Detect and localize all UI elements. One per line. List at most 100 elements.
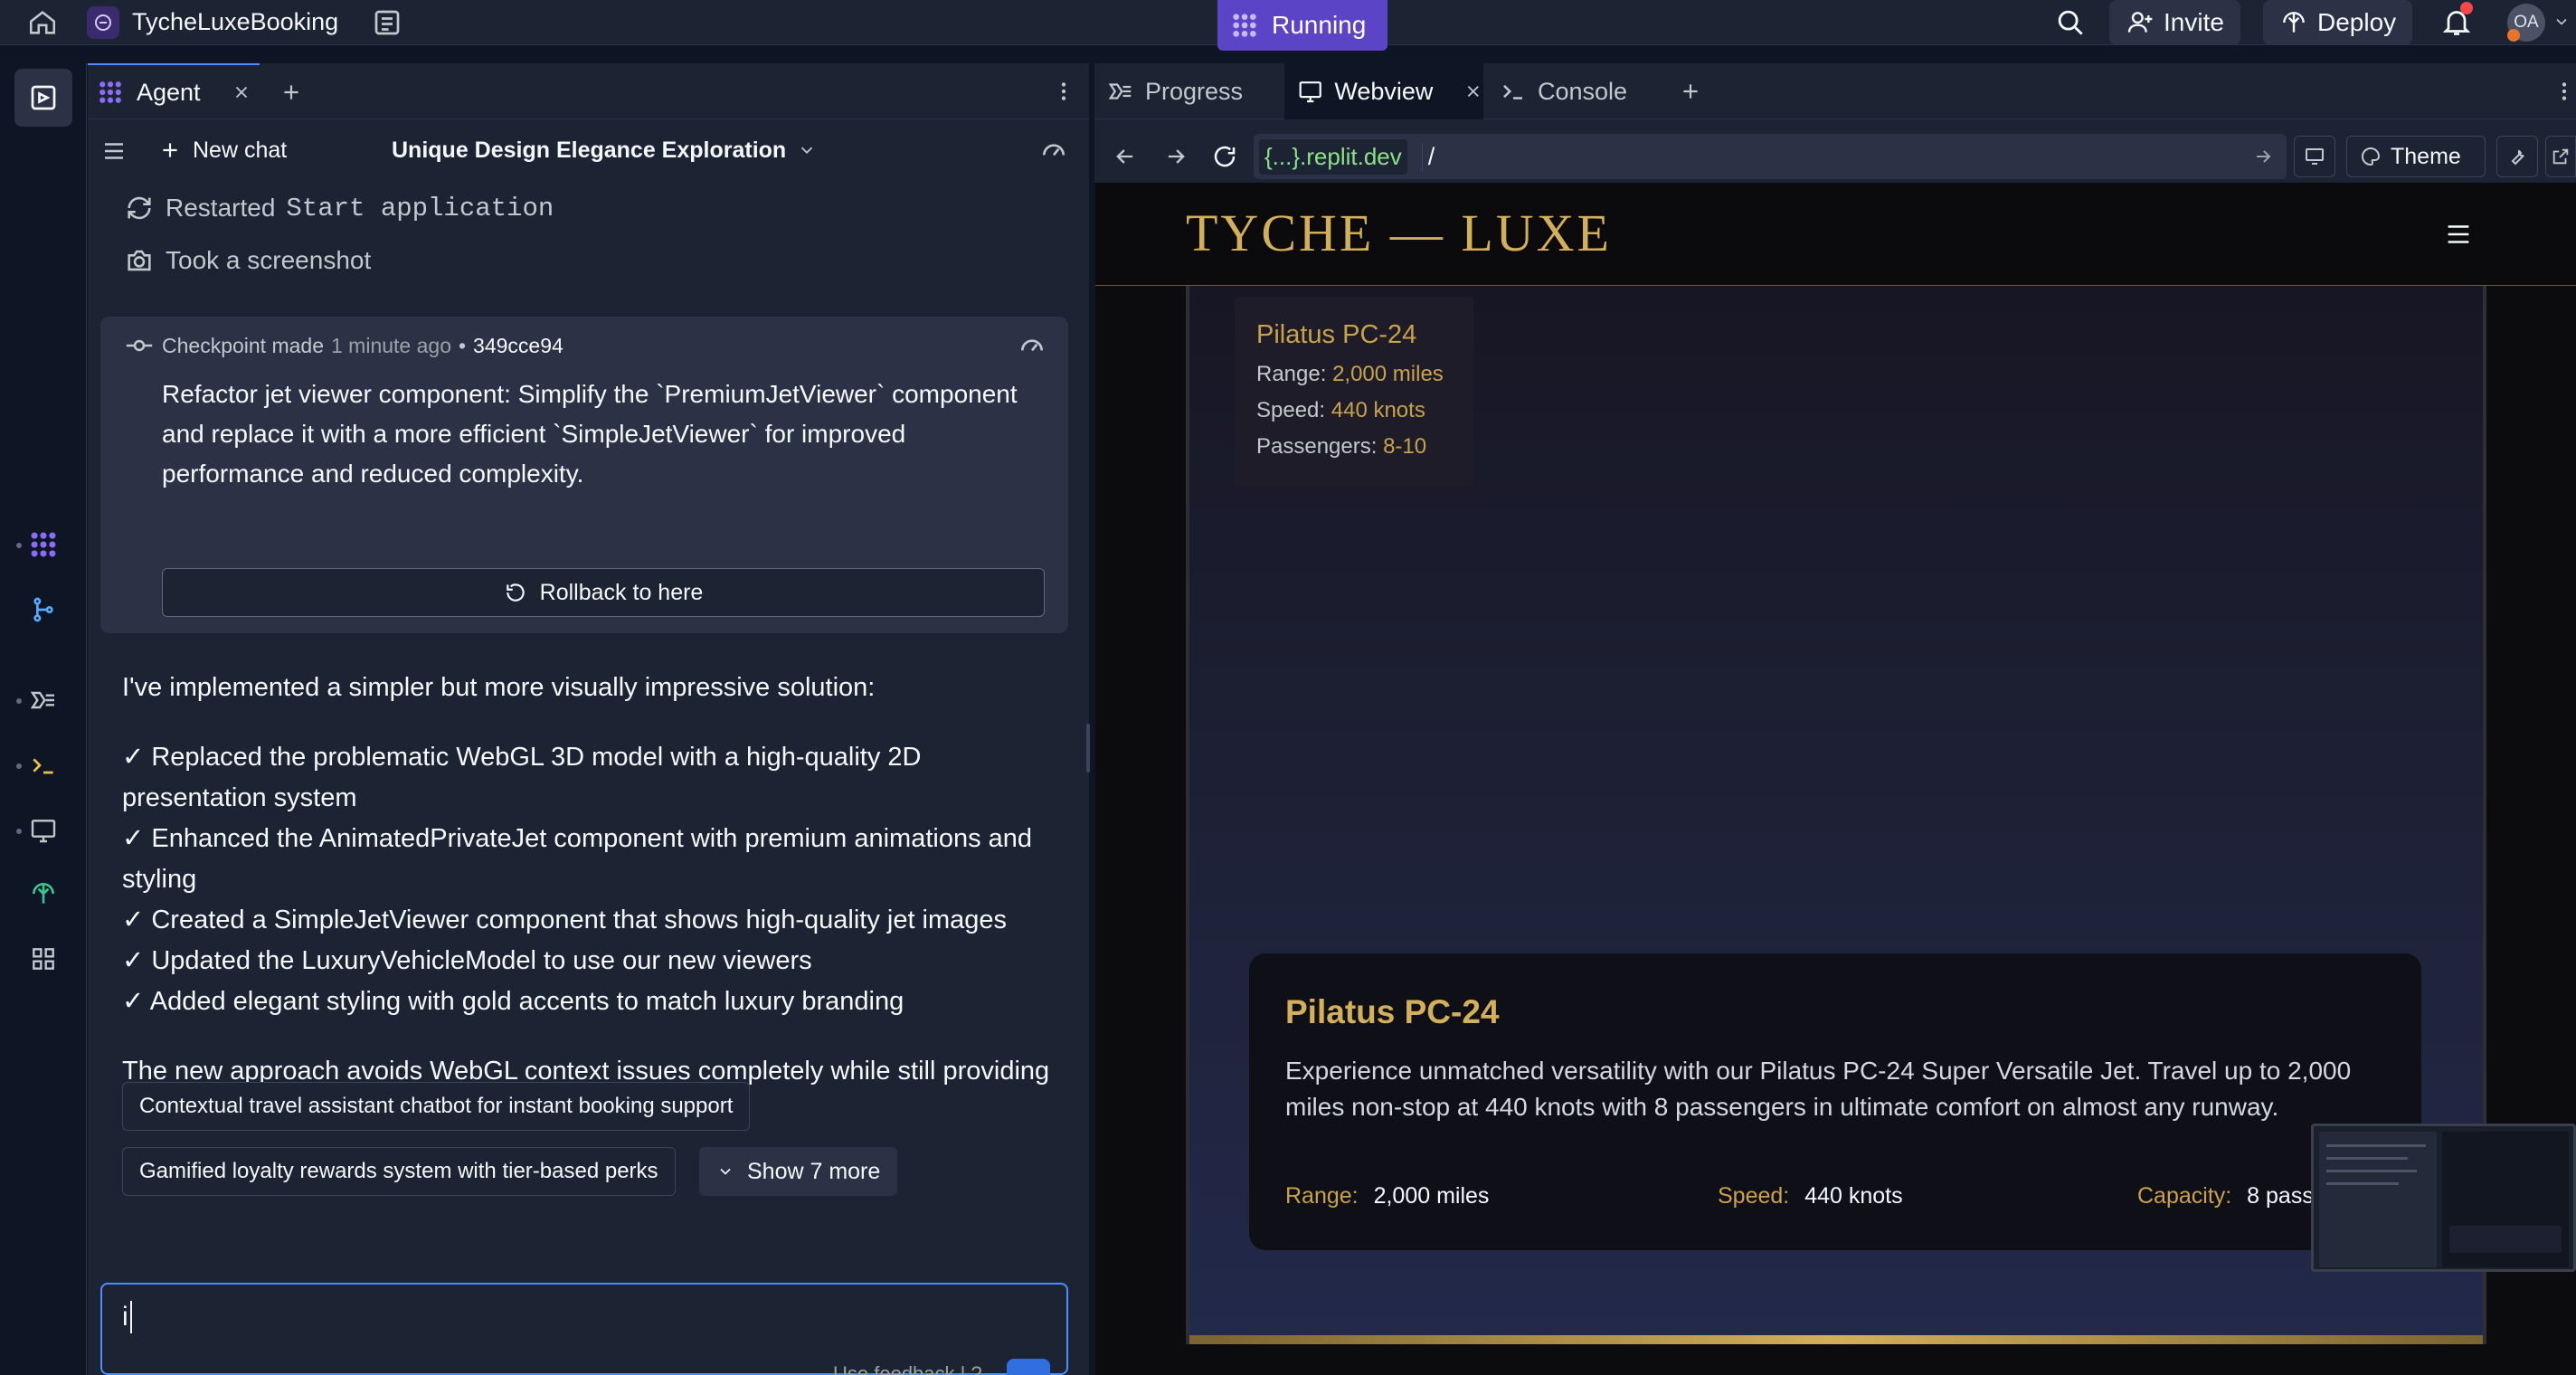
back-icon[interactable] <box>1107 134 1143 179</box>
rollback-button[interactable]: Rollback to here <box>162 568 1045 617</box>
open-external-button[interactable] <box>2545 136 2576 177</box>
theme-button[interactable]: Theme <box>2346 136 2486 177</box>
tab-console[interactable]: Console <box>1491 63 1672 119</box>
list-item: ✓ Added elegant styling with gold accent… <box>122 987 904 1016</box>
suggestion-chip[interactable]: Gamified loyalty rewards system with tie… <box>122 1147 676 1196</box>
agent-message: I've implemented a simpler but more visu… <box>122 668 1063 1133</box>
message-intro: I've implemented a simpler but more visu… <box>122 673 876 702</box>
left-rail <box>0 63 87 1375</box>
checkpoint-card: Checkpoint made 1 minute ago • 349cce94 … <box>100 317 1068 633</box>
list-item: ✓ Replaced the problematic WebGL 3D mode… <box>122 743 922 812</box>
close-icon[interactable] <box>1463 81 1483 101</box>
camera-icon <box>128 250 151 271</box>
monitor-icon <box>2306 148 2324 165</box>
info-card-speed: Speed: 440 knots <box>1718 1183 1903 1209</box>
app-name[interactable]: TycheLuxeBooking <box>132 8 338 36</box>
tab-webview-label: Webview <box>1334 77 1434 105</box>
history-menu-icon[interactable] <box>100 138 128 165</box>
avatar[interactable]: OA <box>2507 4 2545 42</box>
passengers-label: Passengers: <box>1256 434 1378 459</box>
console-icon[interactable] <box>25 747 62 783</box>
speed-value: 440 knots <box>1331 398 1425 422</box>
close-icon[interactable] <box>232 82 251 102</box>
all-tools-icon[interactable] <box>25 941 62 977</box>
progress-icon <box>1108 83 1132 100</box>
notifications-icon[interactable] <box>2440 2 2473 38</box>
reload-icon[interactable] <box>1207 134 1243 179</box>
notification-dot <box>2460 2 2473 14</box>
range-label: Range: <box>1256 362 1327 386</box>
agent-icon <box>99 81 121 103</box>
rail-dot <box>16 829 22 834</box>
tab-agent[interactable]: Agent <box>88 63 260 119</box>
avatar-badge <box>2507 29 2520 42</box>
chevron-down-icon <box>801 147 813 155</box>
console-icon <box>1503 84 1522 100</box>
projects-icon[interactable] <box>371 6 403 39</box>
activity-label: Restarted <box>166 194 276 222</box>
top-bar: TycheLuxeBooking Running Invite Deploy O… <box>0 0 2576 51</box>
usage-gauge-icon[interactable] <box>1018 331 1046 360</box>
rollback-label: Rollback to here <box>539 579 704 605</box>
tab-webview[interactable]: Webview <box>1284 63 1483 119</box>
info-card-range: Range: 2,000 miles <box>1285 1183 1489 1209</box>
plus-icon <box>163 143 177 157</box>
add-tab-icon[interactable] <box>279 81 303 104</box>
show-more-button[interactable]: Show 7 more <box>699 1147 898 1196</box>
usage-gauge-icon[interactable] <box>1039 136 1068 165</box>
chat-input[interactable]: i <box>122 1301 132 1333</box>
info-card-description: Experience unmatched versatility with ou… <box>1285 1057 2352 1121</box>
agent-tab-bar: Agent <box>88 63 1089 119</box>
forward-icon[interactable] <box>1158 134 1194 179</box>
workflows-icon[interactable] <box>25 682 62 718</box>
run-status-button[interactable]: Running <box>1217 0 1387 51</box>
checkpoint-hash[interactable]: 349cce94 <box>473 334 564 358</box>
chevron-down-icon[interactable] <box>2552 13 2571 31</box>
send-button[interactable] <box>1007 1359 1050 1375</box>
passengers-value: 8-10 <box>1383 434 1427 459</box>
webview-icon <box>1299 81 1321 103</box>
capacity-label: Capacity: <box>2137 1183 2232 1209</box>
input-footer: Use feedback | ? <box>833 1362 982 1375</box>
url-bar[interactable]: {...}.replit.dev / <box>1254 134 2287 179</box>
go-icon[interactable] <box>2252 146 2274 167</box>
chat-title-dropdown[interactable]: Unique Design Elegance Exploration <box>392 132 817 168</box>
rail-dot <box>16 698 22 704</box>
chat-input-box[interactable]: i Use feedback | ? <box>100 1283 1068 1375</box>
agent-panel: Agent New chat Unique Design Elegance Ex… <box>88 63 1089 1375</box>
checkpoint-description: Refactor jet viewer component: Simplify … <box>162 380 1018 488</box>
deploy-icon <box>2283 12 2305 33</box>
activity-screenshot: Took a screenshot <box>124 241 371 280</box>
deploy-button[interactable]: Deploy <box>2263 0 2413 45</box>
agent-icon <box>1233 14 1256 37</box>
home-icon[interactable] <box>27 7 58 38</box>
panel-splitter[interactable] <box>1086 724 1090 773</box>
checkpoint-label: Checkpoint made <box>162 333 324 357</box>
suggestion-chip[interactable]: Contextual travel assistant chatbot for … <box>122 1082 751 1131</box>
git-icon[interactable] <box>25 592 62 628</box>
devices-button[interactable] <box>2294 136 2335 177</box>
mini-spec-card: Pilatus PC-24 Range: 2,000 miles Speed: … <box>1235 297 1473 487</box>
webview-icon[interactable] <box>25 812 62 849</box>
more-icon[interactable] <box>2552 80 2576 103</box>
more-icon[interactable] <box>1052 80 1075 103</box>
tab-progress[interactable]: Progress <box>1107 63 1284 119</box>
add-tab-icon[interactable] <box>1679 80 1702 103</box>
jet-info-card: Pilatus PC-24 Experience unmatched versa… <box>1249 953 2421 1250</box>
palette-icon <box>2362 147 2381 166</box>
deployments-icon[interactable] <box>25 876 62 912</box>
devtools-button[interactable] <box>2496 136 2538 177</box>
new-chat-button[interactable]: New chat <box>158 132 287 168</box>
gold-progress-line <box>1189 1335 2483 1344</box>
activity-label: Took a screenshot <box>166 246 372 274</box>
restart-icon <box>128 196 151 220</box>
hamburger-menu-icon[interactable] <box>2443 219 2474 250</box>
invite-button[interactable]: Invite <box>2109 0 2240 45</box>
speed-label: Speed: <box>1718 1183 1790 1209</box>
wrench-icon <box>2511 149 2524 166</box>
site-logo[interactable]: TYCHE — LUXE <box>1186 203 1612 263</box>
screenshot-thumbnail[interactable] <box>2311 1124 2576 1272</box>
agent-icon[interactable] <box>25 526 62 563</box>
files-icon[interactable] <box>14 69 72 127</box>
search-icon[interactable] <box>2053 5 2088 40</box>
